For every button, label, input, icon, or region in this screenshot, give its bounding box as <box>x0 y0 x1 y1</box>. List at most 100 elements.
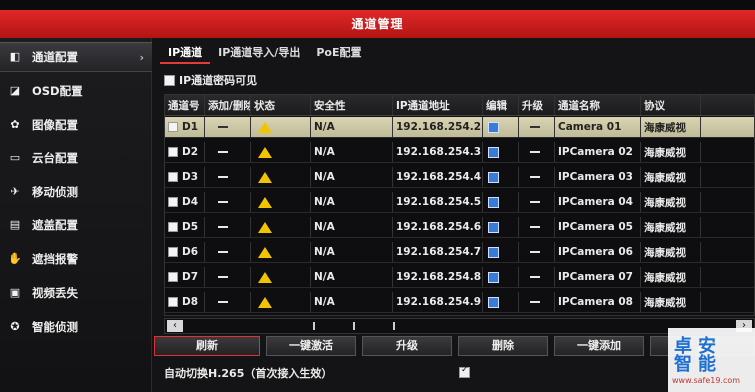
channel-id: D8 <box>182 296 199 308</box>
sidebar-item-osd[interactable]: ◪ OSD配置 <box>0 76 152 106</box>
delete-icon[interactable] <box>218 251 228 253</box>
add-delete-cell[interactable] <box>205 242 251 262</box>
row-checkbox[interactable] <box>168 272 178 282</box>
sidebar-item-channel-config[interactable]: ◧ 通道配置 › <box>0 42 152 72</box>
warning-icon <box>258 171 272 183</box>
row-checkbox[interactable] <box>168 147 178 157</box>
upgrade-cell[interactable] <box>519 117 555 137</box>
warning-icon <box>258 221 272 233</box>
sidebar-item-mask[interactable]: ▤ 遮盖配置 <box>0 210 152 240</box>
delete-icon[interactable] <box>218 201 228 203</box>
table-row[interactable]: D8 N/A 192.168.254.9 IPCamera 08 海康威视 <box>165 292 754 313</box>
delete-icon[interactable] <box>218 276 228 278</box>
sidebar-item-tamper[interactable]: ✋ 遮挡报警 <box>0 244 152 274</box>
scroll-left-icon[interactable]: ‹ <box>167 320 183 332</box>
edit-cell[interactable] <box>483 167 519 187</box>
table-row[interactable]: D5 N/A 192.168.254.6 IPCamera 05 海康威视 <box>165 217 754 238</box>
tab-ip-channel[interactable]: IP通道 <box>160 42 211 64</box>
sidebar-item-smart[interactable]: ✪ 智能侦测 <box>0 312 152 342</box>
name-cell: IPCamera 03 <box>555 167 641 187</box>
security-cell: N/A <box>311 167 393 187</box>
upgrade-cell[interactable] <box>519 217 555 237</box>
one-click-add-button[interactable]: 一键添加 <box>554 336 644 356</box>
delete-button[interactable]: 删除 <box>458 336 548 356</box>
edit-icon[interactable] <box>488 171 499 183</box>
hand-icon: ✋ <box>8 252 22 265</box>
ip-cell: 192.168.254.6 <box>393 217 483 237</box>
add-delete-cell[interactable] <box>205 292 251 312</box>
channel-cell: D1 <box>165 117 205 137</box>
edit-cell[interactable] <box>483 242 519 262</box>
tab-import-export[interactable]: IP通道导入/导出 <box>210 42 308 64</box>
edit-cell[interactable] <box>483 292 519 312</box>
table-row[interactable]: D4 N/A 192.168.254.5 IPCamera 04 海康威视 <box>165 192 754 213</box>
edit-icon[interactable] <box>488 121 499 133</box>
sidebar-item-video-loss[interactable]: ▣ 视频丢失 <box>0 278 152 308</box>
edit-icon[interactable] <box>488 196 499 208</box>
add-delete-cell[interactable] <box>205 267 251 287</box>
upgrade-dash-icon <box>530 201 540 203</box>
delete-icon[interactable] <box>218 151 228 153</box>
upgrade-cell[interactable] <box>519 192 555 212</box>
channel-cell: D7 <box>165 267 205 287</box>
upgrade-cell[interactable] <box>519 267 555 287</box>
edit-icon[interactable] <box>488 246 499 258</box>
row-checkbox[interactable] <box>168 247 178 257</box>
ip-cell: 192.168.254.9 <box>393 292 483 312</box>
sidebar-item-label: 云台配置 <box>32 151 78 165</box>
row-checkbox[interactable] <box>168 222 178 232</box>
sidebar-item-label: 移动侦测 <box>32 185 78 199</box>
edit-icon[interactable] <box>488 221 499 233</box>
warning-icon <box>258 296 272 308</box>
h265-checkbox[interactable] <box>459 365 470 378</box>
edit-cell[interactable] <box>483 142 519 162</box>
add-delete-cell[interactable] <box>205 217 251 237</box>
h265-option: 自动切换H.265（首次接入生效） <box>152 364 755 382</box>
upgrade-dash-icon <box>530 151 540 153</box>
upgrade-cell[interactable] <box>519 167 555 187</box>
edit-cell[interactable] <box>483 117 519 137</box>
upgrade-button[interactable]: 升级 <box>362 336 452 356</box>
sidebar-item-image[interactable]: ✿ 图像配置 <box>0 110 152 140</box>
table-row[interactable]: D1 N/A 192.168.254.2 Camera 01 海康威视 <box>165 117 754 138</box>
h265-label: 自动切换H.265（首次接入生效） <box>164 367 333 380</box>
delete-icon[interactable] <box>218 126 228 128</box>
table-row[interactable]: D7 N/A 192.168.254.8 IPCamera 07 海康威视 <box>165 267 754 288</box>
row-checkbox[interactable] <box>168 297 178 307</box>
table-row[interactable]: D2 N/A 192.168.254.3 IPCamera 02 海康威视 <box>165 142 754 163</box>
add-delete-cell[interactable] <box>205 117 251 137</box>
ip-cell: 192.168.254.5 <box>393 192 483 212</box>
row-checkbox[interactable] <box>168 197 178 207</box>
edit-cell[interactable] <box>483 217 519 237</box>
edit-icon[interactable] <box>488 271 499 283</box>
row-checkbox[interactable] <box>168 172 178 182</box>
tab-poe[interactable]: PoE配置 <box>308 42 369 64</box>
refresh-button[interactable]: 刷新 <box>154 336 260 356</box>
ip-cell: 192.168.254.4 <box>393 167 483 187</box>
edit-cell[interactable] <box>483 192 519 212</box>
delete-icon[interactable] <box>218 301 228 303</box>
delete-icon[interactable] <box>218 176 228 178</box>
add-delete-cell[interactable] <box>205 167 251 187</box>
horizontal-scrollbar[interactable]: ‹ › <box>164 318 755 334</box>
sidebar-item-motion[interactable]: ✈ 移动侦测 <box>0 177 152 207</box>
add-delete-cell[interactable] <box>205 142 251 162</box>
channel-id: D4 <box>182 196 199 208</box>
row-checkbox[interactable] <box>168 122 178 132</box>
edit-icon[interactable] <box>488 146 499 158</box>
upgrade-cell[interactable] <box>519 242 555 262</box>
one-click-activate-button[interactable]: 一键激活 <box>266 336 356 356</box>
password-visible-checkbox[interactable] <box>164 74 175 86</box>
edit-icon[interactable] <box>488 296 499 308</box>
table-row[interactable]: D6 N/A 192.168.254.7 IPCamera 06 海康威视 <box>165 242 754 263</box>
sidebar-item-ptz[interactable]: ▭ 云台配置 <box>0 143 152 173</box>
scroll-thumb[interactable] <box>189 322 549 330</box>
add-delete-cell[interactable] <box>205 192 251 212</box>
delete-icon[interactable] <box>218 226 228 228</box>
password-visible-option[interactable]: IP通道密码可见 <box>164 72 257 88</box>
upgrade-cell[interactable] <box>519 292 555 312</box>
edit-cell[interactable] <box>483 267 519 287</box>
upgrade-cell[interactable] <box>519 142 555 162</box>
sidebar-item-label: 遮盖配置 <box>32 218 78 232</box>
table-row[interactable]: D3 N/A 192.168.254.4 IPCamera 03 海康威视 <box>165 167 754 188</box>
